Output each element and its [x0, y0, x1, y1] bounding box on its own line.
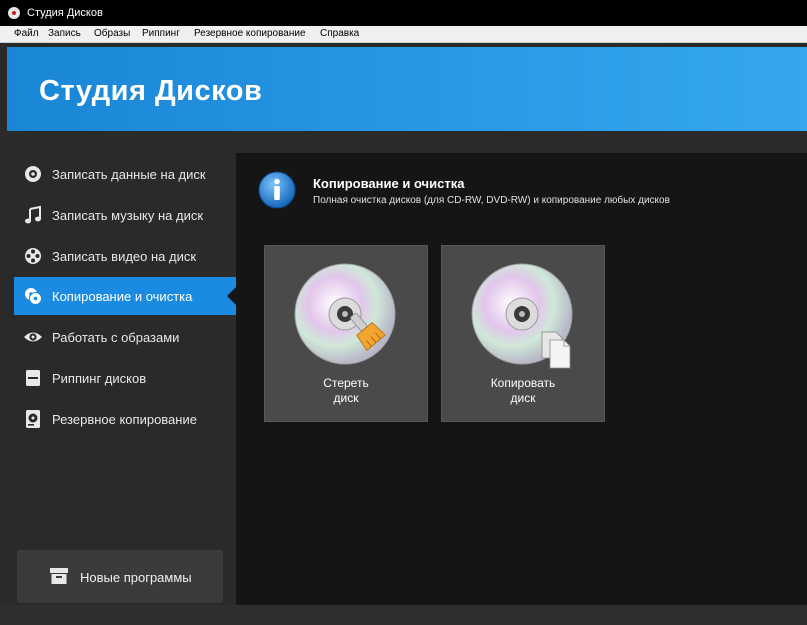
box-icon [50, 568, 68, 584]
sidebar-item-burn-video[interactable]: Записать видео на диск [7, 237, 236, 275]
menu-file[interactable]: Файл [14, 28, 39, 40]
erase-disc-icon [294, 263, 396, 365]
menu-record[interactable]: Запись [48, 28, 81, 40]
sidebar-item-burn-data[interactable]: Записать данные на диск [7, 155, 236, 193]
menu-bar: Файл Запись Образы Риппинг Резервное коп… [0, 26, 807, 43]
menu-ripping[interactable]: Риппинг [142, 28, 180, 40]
sidebar-item-label: Записать данные на диск [52, 167, 206, 182]
sidebar-item-label: Копирование и очистка [52, 289, 193, 304]
film-reel-icon [25, 248, 41, 264]
menu-help[interactable]: Справка [320, 28, 359, 40]
app-title: Студия Дисков [39, 75, 263, 107]
eye-icon [24, 332, 42, 342]
sidebar-item-copy-clean[interactable]: Копирование и очистка [14, 277, 237, 315]
disc-icon [25, 166, 41, 182]
new-programs-button[interactable]: Новые программы [17, 550, 223, 603]
copy-discs-icon [25, 288, 42, 305]
copy-disc-label: Копировать диск [490, 376, 556, 405]
sidebar-item-images[interactable]: Работать с образами [7, 318, 236, 356]
erase-disc-tile[interactable]: Стереть диск [264, 245, 428, 422]
sidebar-item-label: Риппинг дисков [52, 371, 147, 386]
title-bar: Студия Дисков [0, 0, 807, 26]
copy-disc-tile[interactable]: Копировать диск [441, 245, 605, 422]
menu-images[interactable]: Образы [94, 28, 130, 40]
sidebar-item-ripping[interactable]: Риппинг дисков [7, 359, 236, 397]
drive-icon [26, 370, 40, 386]
new-programs-label: Новые программы [80, 570, 192, 585]
sidebar-item-label: Записать музыку на диск [52, 208, 204, 223]
status-strip [0, 605, 807, 625]
window-title: Студия Дисков [27, 7, 103, 19]
app-logo-icon [8, 7, 20, 19]
sidebar-item-label: Работать с образами [52, 330, 180, 345]
section-title: Копирование и очистка [313, 176, 465, 191]
sidebar-item-label: Резервное копирование [52, 412, 197, 427]
sidebar-item-label: Записать видео на диск [52, 249, 197, 264]
erase-disc-label: Стереть диск [323, 376, 369, 405]
sidebar-item-backup[interactable]: Резервное копирование [7, 400, 236, 438]
menu-backup[interactable]: Резервное копирование [194, 28, 306, 40]
info-icon [258, 171, 296, 209]
copy-disc-icon [471, 263, 573, 369]
music-note-icon [25, 205, 41, 224]
section-description: Полная очистка дисков (для CD-RW, DVD-RW… [313, 195, 670, 206]
sidebar-item-burn-music[interactable]: Записать музыку на диск [7, 196, 236, 234]
app-header: Студия Дисков [7, 47, 807, 131]
backup-icon [26, 410, 40, 428]
